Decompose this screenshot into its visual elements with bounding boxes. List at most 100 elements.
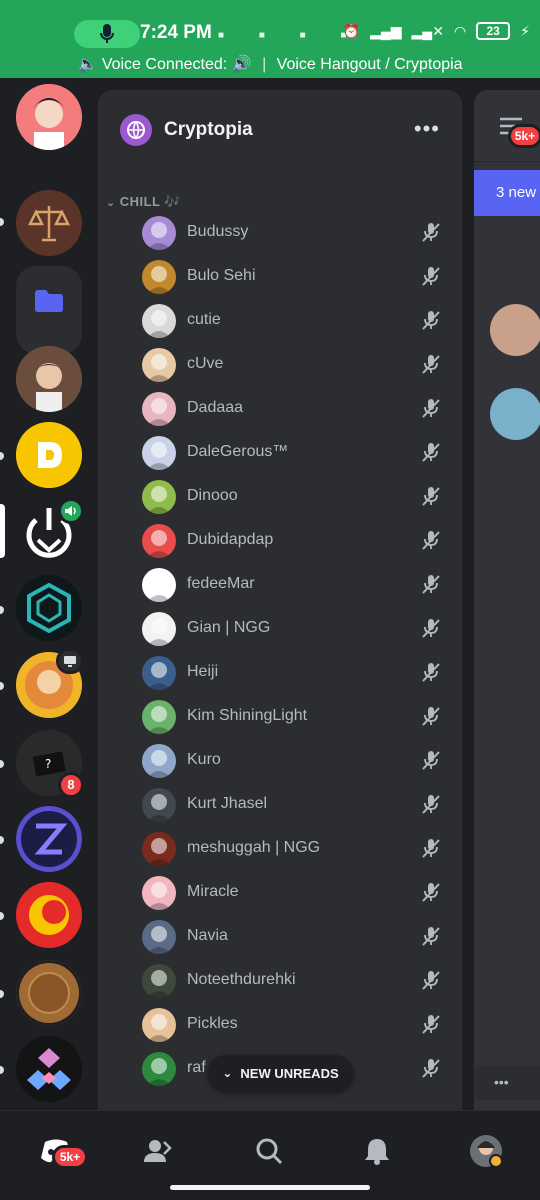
d-logo-icon bbox=[16, 422, 82, 488]
avatar bbox=[142, 832, 176, 866]
unread-pill bbox=[0, 760, 4, 768]
portrait-art bbox=[16, 346, 82, 412]
voice-member-row[interactable]: Budussy bbox=[98, 210, 462, 254]
microphone-icon bbox=[100, 24, 114, 43]
muted-microphone-icon bbox=[422, 355, 440, 374]
voice-member-row[interactable]: DaleGerous™ bbox=[98, 430, 462, 474]
voice-member-row[interactable]: fedeeMar bbox=[98, 562, 462, 606]
muted-microphone-icon bbox=[422, 707, 440, 726]
voice-member-row[interactable]: Dadaaa bbox=[98, 386, 462, 430]
channel-category[interactable]: ⌄ CHILL 🎶 bbox=[106, 194, 181, 210]
selected-server-indicator bbox=[0, 504, 5, 558]
muted-microphone-icon bbox=[422, 575, 440, 594]
unread-pill bbox=[0, 990, 4, 998]
battery-icon: 23 bbox=[476, 22, 511, 40]
chat-header: 5k+ bbox=[474, 90, 540, 162]
geometric-icon bbox=[16, 1036, 82, 1102]
member-name: Noteethdurehki bbox=[187, 971, 296, 988]
voice-member-row[interactable]: Kim ShiningLight bbox=[98, 694, 462, 738]
new-messages-banner[interactable]: 3 new bbox=[474, 170, 540, 216]
voice-member-row[interactable]: Pickles bbox=[98, 1002, 462, 1046]
member-name: DaleGerous™ bbox=[187, 443, 289, 460]
server-bronze-coin[interactable] bbox=[16, 960, 82, 1026]
avatar bbox=[142, 392, 176, 426]
voice-member-row[interactable]: Kurt Jhasel bbox=[98, 782, 462, 826]
profile-tab[interactable] bbox=[466, 1131, 506, 1171]
muted-microphone-icon bbox=[422, 663, 440, 682]
muted-microphone-icon bbox=[422, 795, 440, 814]
voice-member-row[interactable]: cUve bbox=[98, 342, 462, 386]
unread-pill bbox=[0, 218, 4, 226]
chevron-down-icon: ⌄ bbox=[106, 197, 116, 209]
voice-member-list: Budussy Bulo Sehi cutie cUve Dadaaa DaleGerou… bbox=[98, 210, 462, 1090]
new-unreads-button[interactable]: ⌄ NEW UNREADS bbox=[208, 1055, 353, 1091]
voice-mic-pill[interactable] bbox=[74, 20, 140, 48]
friends-icon bbox=[144, 1140, 172, 1162]
message-avatar[interactable] bbox=[490, 304, 540, 356]
voice-member-row[interactable]: Kuro bbox=[98, 738, 462, 782]
muted-microphone-icon bbox=[422, 399, 440, 418]
server-d-logo[interactable] bbox=[16, 422, 82, 488]
avatar bbox=[142, 304, 176, 338]
server-name: Cryptopia bbox=[164, 119, 253, 140]
member-name: Dubidapdap bbox=[187, 531, 274, 548]
message-options[interactable]: ••• bbox=[474, 1066, 540, 1100]
status-time: 7:24 PM bbox=[140, 22, 212, 43]
muted-microphone-icon bbox=[422, 311, 440, 330]
server-header[interactable]: Cryptopia bbox=[120, 112, 253, 148]
more-options-button[interactable]: ••• bbox=[414, 116, 440, 142]
voice-channel-label: Voice Hangout / Cryptopia bbox=[276, 56, 463, 73]
server-scales[interactable] bbox=[16, 190, 82, 256]
message-avatar[interactable] bbox=[490, 388, 540, 440]
voice-member-row[interactable]: Navia bbox=[98, 914, 462, 958]
voice-member-row[interactable]: cutie bbox=[98, 298, 462, 342]
member-name: fedeeMar bbox=[187, 575, 255, 592]
voice-status-label: Voice Connected: bbox=[101, 56, 228, 73]
folder-icon bbox=[35, 290, 63, 312]
system-icons: ⏰ ▂▄▆ ▂▄✕ ◠ 23 ⚡ bbox=[343, 22, 530, 40]
globe-icon bbox=[127, 121, 145, 140]
server-portrait[interactable] bbox=[16, 346, 82, 412]
muted-microphone-icon bbox=[422, 971, 440, 990]
avatar bbox=[142, 788, 176, 822]
avatar bbox=[142, 436, 176, 470]
status-bar: 7:24 PM ■ ■ ■ ■ ⏰ ▂▄▆ ▂▄✕ ◠ 23 ⚡ 🔈 Voice… bbox=[0, 0, 540, 78]
channel-panel: Cryptopia ••• ⌄ CHILL 🎶 Budussy Bulo Sehi c… bbox=[98, 90, 462, 1110]
member-name: Dinooo bbox=[187, 487, 238, 504]
search-tab[interactable] bbox=[249, 1131, 289, 1171]
voice-member-row[interactable]: Dubidapdap bbox=[98, 518, 462, 562]
unread-pill bbox=[0, 606, 4, 614]
voice-member-row[interactable]: Dinooo bbox=[98, 474, 462, 518]
muted-microphone-icon bbox=[422, 839, 440, 858]
server-icon bbox=[120, 114, 152, 146]
server-z-logo[interactable] bbox=[16, 806, 82, 872]
voice-member-row[interactable]: Gian | NGG bbox=[98, 606, 462, 650]
unread-pill bbox=[0, 912, 4, 920]
home-badge: 5k+ bbox=[52, 1145, 88, 1169]
server-folder[interactable] bbox=[16, 266, 82, 354]
muted-microphone-icon bbox=[422, 487, 440, 506]
notifications-tab[interactable] bbox=[357, 1131, 397, 1171]
search-icon bbox=[256, 1138, 283, 1165]
muted-microphone-icon bbox=[422, 443, 440, 462]
friends-tab[interactable] bbox=[139, 1131, 179, 1171]
mention-badge: 8 bbox=[58, 772, 84, 798]
voice-member-row[interactable]: Bulo Sehi bbox=[98, 254, 462, 298]
member-name: Budussy bbox=[187, 223, 249, 240]
member-name: Navia bbox=[187, 927, 228, 944]
user-avatar-server[interactable] bbox=[16, 84, 82, 150]
bell-icon bbox=[365, 1139, 389, 1165]
server-geometric[interactable] bbox=[16, 1036, 82, 1102]
voice-member-row[interactable]: Heiji bbox=[98, 650, 462, 694]
voice-member-row[interactable]: meshuggah | NGG bbox=[98, 826, 462, 870]
server-swirl[interactable] bbox=[16, 882, 82, 948]
server-list: ? 8 bbox=[0, 78, 98, 1110]
voice-member-row[interactable]: Miracle bbox=[98, 870, 462, 914]
scales-icon bbox=[16, 190, 82, 256]
voice-connected-banner[interactable]: 🔈 Voice Connected: 🔊 | Voice Hangout / C… bbox=[0, 54, 540, 74]
avatar bbox=[142, 1008, 176, 1042]
voice-member-row[interactable]: Noteethdurehki bbox=[98, 958, 462, 1002]
avatar bbox=[142, 700, 176, 734]
server-hex[interactable] bbox=[16, 575, 82, 641]
muted-microphone-icon bbox=[422, 223, 440, 242]
